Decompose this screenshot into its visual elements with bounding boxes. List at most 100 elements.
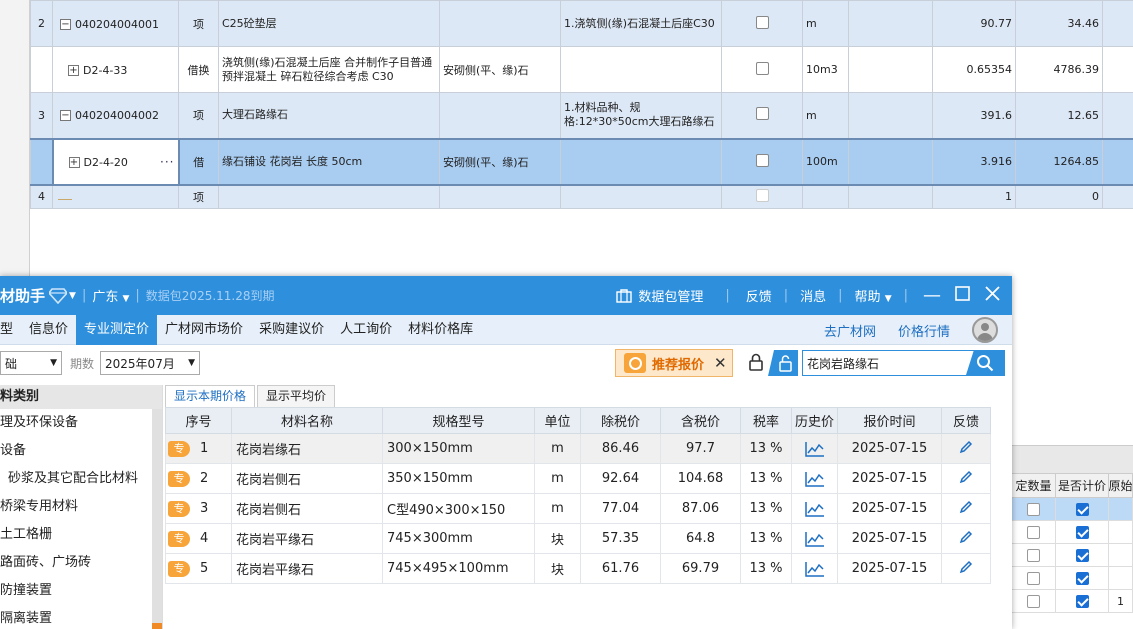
pencil-icon[interactable] (959, 470, 973, 484)
nav-item[interactable]: 人工询价 (332, 315, 400, 345)
search-button[interactable] (966, 351, 1004, 375)
sidebar-item[interactable]: 设备 (0, 437, 162, 465)
expand-icon[interactable]: + (68, 64, 79, 76)
checkbox[interactable] (755, 15, 769, 29)
nav-item[interactable]: 采购建议价 (251, 315, 332, 345)
checkbox[interactable] (1027, 525, 1040, 539)
unlock-icon[interactable] (768, 350, 798, 376)
briefcase-icon[interactable] (616, 288, 633, 303)
table-row[interactable]: 专 2 花岗岩侧石 350×150mm m 92.64 104.68 13 % 2025-07-… (165, 463, 991, 494)
history-cell[interactable] (791, 433, 838, 464)
checkbox[interactable] (1027, 594, 1040, 608)
feedback-cell[interactable] (941, 553, 991, 584)
checkbox-cell[interactable] (721, 184, 803, 209)
pencil-icon[interactable] (959, 530, 973, 544)
sidebar-item[interactable]: 防撞装置 (0, 577, 162, 605)
goto-gcw-link[interactable]: 去广材网 (824, 321, 876, 340)
checkbox[interactable] (755, 61, 769, 75)
line-chart-icon[interactable] (804, 471, 825, 487)
help-menu[interactable]: 帮助 ▼ (855, 286, 892, 305)
column-header[interactable]: 规格型号 (382, 407, 535, 434)
tab-average-price[interactable]: 显示平均价 (257, 385, 336, 407)
expand-icon[interactable]: + (68, 156, 80, 168)
fragment-row[interactable]: 1 (1012, 590, 1133, 613)
pencil-icon[interactable] (959, 440, 973, 454)
column-header[interactable]: 除税价 (580, 407, 661, 434)
nav-item[interactable]: 广材网市场价 (157, 315, 251, 345)
fragment-row[interactable] (1012, 498, 1133, 521)
table-row[interactable]: 2−040204004001 项 C25砼垫层 1.浇筑侧(缘)石混凝土后座C30 m 9… (30, 0, 1133, 47)
sidebar-item[interactable]: 砂浆及其它配合比材料 (0, 465, 162, 493)
table-row[interactable]: 4 项 10 (30, 184, 1133, 209)
sidebar-item[interactable]: 路面砖、广场砖 (0, 549, 162, 577)
fragment-row[interactable] (1012, 544, 1133, 567)
fragment-cell[interactable] (1056, 567, 1109, 589)
fragment-cell[interactable] (1012, 498, 1056, 520)
close-icon[interactable]: ✕ (714, 354, 727, 372)
table-row[interactable]: 专 1 花岗岩缘石 300×150mm m 86.46 97.7 13 % 2025-07-15 (165, 433, 991, 464)
checkbox-checked[interactable] (1075, 571, 1089, 585)
code-cell[interactable]: −040204004002 (52, 92, 179, 139)
checkbox-cell[interactable] (721, 0, 803, 47)
table-row[interactable]: 专 4 花岗岩平缘石 745×300mm 块 57.35 64.8 13 % 2025-07-1… (165, 523, 991, 554)
table-row[interactable]: 3−040204004002 项大理石路缘石 1.材料品种、规格:12*30*50c… (30, 92, 1133, 139)
avatar[interactable] (972, 317, 998, 343)
pencil-icon[interactable] (959, 500, 973, 514)
line-chart-icon[interactable] (804, 501, 825, 517)
checkbox-checked[interactable] (1075, 594, 1089, 608)
messages-link[interactable]: 消息 (800, 286, 826, 305)
diamond-icon[interactable] (49, 287, 68, 304)
column-header[interactable]: 报价时间 (837, 407, 942, 434)
nav-item[interactable]: 材料价格库 (400, 315, 481, 345)
checkbox[interactable] (1027, 502, 1040, 516)
column-header[interactable]: 含税价 (660, 407, 741, 434)
checkbox[interactable] (755, 188, 769, 202)
checkbox-checked[interactable] (1075, 502, 1089, 516)
history-cell[interactable] (791, 553, 838, 584)
line-chart-icon[interactable] (804, 561, 825, 577)
history-cell[interactable] (791, 463, 838, 494)
checkbox[interactable] (755, 153, 769, 167)
fragment-cell[interactable] (1056, 590, 1109, 612)
fragment-cell[interactable] (1012, 544, 1056, 566)
code-cell[interactable] (52, 184, 179, 209)
fragment-cell[interactable] (1056, 521, 1109, 543)
search-input[interactable]: 花岗岩路缘石 (803, 355, 966, 372)
pencil-icon[interactable] (959, 560, 973, 574)
code-cell[interactable]: + D2-4-20 ··· (51, 137, 180, 186)
fragment-cell[interactable] (1056, 498, 1109, 520)
more-icon[interactable]: ··· (160, 155, 174, 169)
minimize-icon[interactable]: — (920, 285, 944, 306)
sidebar-scrollbar[interactable] (152, 409, 162, 629)
maximize-icon[interactable] (950, 285, 974, 306)
line-chart-icon[interactable] (804, 531, 825, 547)
checkbox-cell[interactable] (721, 137, 803, 186)
table-row[interactable]: + D2-4-33 借换 浇筑侧(缘)石混凝土后座 合并制作子目普通预拌混凝土 碎石粒… (30, 46, 1133, 93)
checkbox-cell[interactable] (721, 92, 803, 139)
price-trend-link[interactable]: 价格行情 (898, 321, 950, 340)
sidebar-item[interactable]: 理及环保设备 (0, 409, 162, 437)
collapse-icon[interactable]: − (60, 110, 71, 122)
feedback-cell[interactable] (941, 433, 991, 464)
column-header[interactable]: 序号 (165, 407, 232, 434)
collapse-icon[interactable]: − (60, 18, 71, 30)
checkbox[interactable] (1027, 548, 1040, 562)
line-chart-icon[interactable] (804, 441, 825, 457)
chevron-down-icon[interactable]: ▼ (69, 291, 76, 301)
table-row[interactable]: 专 3 花岗岩侧石 C型490×300×150 m 77.04 87.06 13 % 2025-… (165, 493, 991, 524)
period-select[interactable]: 2025年07月 ▼ (100, 351, 201, 375)
package-manage-link[interactable]: 数据包管理 (638, 286, 703, 305)
history-cell[interactable] (791, 523, 838, 554)
column-header[interactable]: 税率 (740, 407, 792, 434)
fragment-row[interactable] (1012, 567, 1133, 590)
sidebar-item[interactable]: 隔离装置 (0, 605, 162, 629)
table-row[interactable]: + D2-4-20 ··· 借缘石铺设 花岗岩 长度 50cm 安砌侧(平、缘)石 100… (30, 137, 1133, 186)
checkbox[interactable] (1027, 571, 1040, 585)
feedback-cell[interactable] (941, 493, 991, 524)
checkbox-checked[interactable] (1075, 525, 1089, 539)
lock-icon[interactable] (748, 353, 764, 371)
checkbox[interactable] (755, 107, 769, 121)
fragment-cell[interactable] (1056, 544, 1109, 566)
sidebar-item[interactable]: 桥梁专用材料 (0, 493, 162, 521)
feedback-link[interactable]: 反馈 (746, 286, 772, 305)
